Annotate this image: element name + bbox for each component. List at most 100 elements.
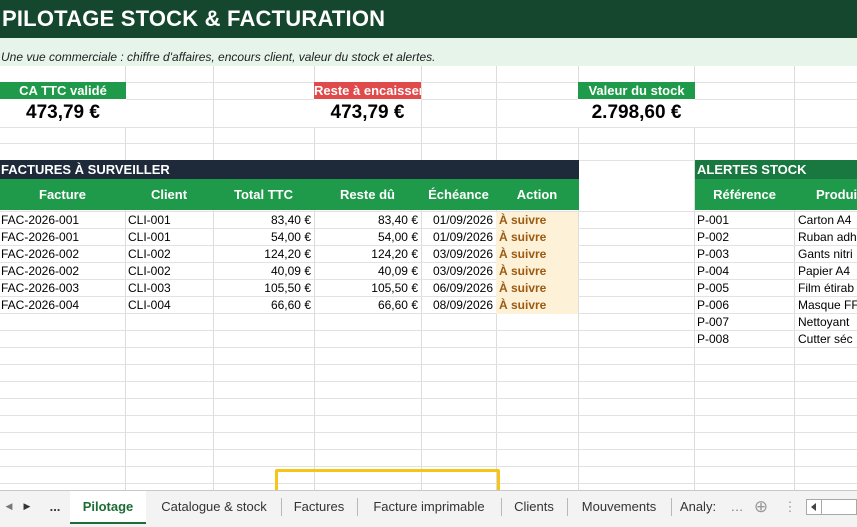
- cell-action[interactable]: À suivre: [496, 280, 578, 297]
- kpi-ca-value: 473,79 €: [0, 99, 126, 127]
- col-header-echeance[interactable]: Échéance: [421, 179, 496, 210]
- more-sheets-button[interactable]: ...: [44, 491, 66, 522]
- cell-reference[interactable]: P-005: [695, 280, 794, 297]
- more-tabs-ellipsis[interactable]: …: [730, 491, 744, 522]
- cell-produit[interactable]: Ruban adh: [794, 229, 857, 246]
- cell-client[interactable]: CLI-004: [125, 297, 213, 314]
- table-row: FAC-2026-001 CLI-001 83,40 €83,40 €01/09/2…: [0, 212, 579, 229]
- cell-facture[interactable]: FAC-2026-002: [0, 263, 125, 280]
- table-row: P-007 Nettoyant: [695, 314, 857, 331]
- cell-reference[interactable]: P-003: [695, 246, 794, 263]
- cell-reste[interactable]: 54,00 €: [314, 229, 421, 246]
- cell-total[interactable]: 105,50 €: [213, 280, 314, 297]
- table-row: P-008 Cutter séc: [695, 331, 857, 348]
- cell-reste[interactable]: 66,60 €: [314, 297, 421, 314]
- tab-analyse[interactable]: Analy:: [672, 491, 724, 522]
- cell-echeance[interactable]: 01/09/2026: [421, 212, 496, 229]
- table-row: FAC-2026-001 CLI-001 54,00 €54,00 €01/09/2…: [0, 229, 579, 246]
- tab-pilotage[interactable]: Pilotage: [70, 491, 146, 524]
- cell-total[interactable]: 124,20 €: [213, 246, 314, 263]
- kpi-stock-value: 2.798,60 €: [578, 99, 695, 127]
- sheet-title: PILOTAGE STOCK & FACTURATION: [0, 0, 857, 38]
- cell-echeance[interactable]: 01/09/2026: [421, 229, 496, 246]
- cell-reference[interactable]: P-007: [695, 314, 794, 331]
- cell-total[interactable]: 54,00 €: [213, 229, 314, 246]
- cell-action[interactable]: À suivre: [496, 263, 578, 280]
- table-row: P-003 Gants nitri: [695, 246, 857, 263]
- alertes-section-title: ALERTES STOCK: [695, 160, 857, 179]
- cell-reference[interactable]: P-008: [695, 331, 794, 348]
- table-row: FAC-2026-002 CLI-002 124,20 €124,20 €03/09…: [0, 246, 579, 263]
- col-header-reste[interactable]: Reste dû: [314, 179, 421, 210]
- next-sheet-icon[interactable]: ▶: [22, 491, 32, 522]
- cell-facture[interactable]: FAC-2026-004: [0, 297, 125, 314]
- tab-clients[interactable]: Clients: [502, 491, 566, 522]
- cell-produit[interactable]: Film étirab: [794, 280, 857, 297]
- kpi-reste-label: Reste à encaisser: [314, 82, 421, 99]
- sheet-tab-bar: ◀ ▶ ... Pilotage Catalogue & stock Factu…: [0, 490, 857, 527]
- prev-sheet-icon[interactable]: ◀: [4, 491, 14, 522]
- cell-reste[interactable]: 83,40 €: [314, 212, 421, 229]
- table-row: FAC-2026-004 CLI-004 66,60 €66,60 €08/09/2…: [0, 297, 579, 314]
- tab-facture-imprimable[interactable]: Facture imprimable: [358, 491, 500, 522]
- sheet-subtitle: Une vue commerciale : chiffre d'affaires…: [0, 38, 857, 66]
- cell-echeance[interactable]: 03/09/2026: [421, 263, 496, 280]
- tab-mouvements[interactable]: Mouvements: [568, 491, 670, 522]
- cell-action[interactable]: À suivre: [496, 229, 578, 246]
- tab-catalogue-stock[interactable]: Catalogue & stock: [148, 491, 280, 522]
- cell-facture[interactable]: FAC-2026-003: [0, 280, 125, 297]
- cell-reference[interactable]: P-006: [695, 297, 794, 314]
- cell-reference[interactable]: P-004: [695, 263, 794, 280]
- factures-section-title: FACTURES À SURVEILLER: [0, 160, 579, 179]
- cell-client[interactable]: CLI-001: [125, 212, 213, 229]
- cell-produit[interactable]: Carton A4: [794, 212, 857, 229]
- table-row: P-006 Masque FF: [695, 297, 857, 314]
- cell-reste[interactable]: 40,09 €: [314, 263, 421, 280]
- cell-action[interactable]: À suivre: [496, 212, 578, 229]
- cell-client[interactable]: CLI-002: [125, 246, 213, 263]
- kpi-stock-label: Valeur du stock: [578, 82, 695, 99]
- cell-total[interactable]: 40,09 €: [213, 263, 314, 280]
- add-sheet-icon[interactable]: ⊕: [750, 491, 772, 522]
- cell-echeance[interactable]: 06/09/2026: [421, 280, 496, 297]
- table-row: P-004 Papier A4: [695, 263, 857, 280]
- cell-client[interactable]: CLI-001: [125, 229, 213, 246]
- cell-total[interactable]: 66,60 €: [213, 297, 314, 314]
- col-header-reference[interactable]: Référence: [695, 179, 794, 210]
- cell-produit[interactable]: Papier A4: [794, 263, 857, 280]
- cell-produit[interactable]: Masque FF: [794, 297, 857, 314]
- cell-action[interactable]: À suivre: [496, 297, 578, 314]
- tab-factures[interactable]: Factures: [282, 491, 356, 522]
- horizontal-scrollbar[interactable]: [806, 499, 857, 515]
- col-header-produit[interactable]: Produi: [794, 179, 857, 210]
- table-row: FAC-2026-002 CLI-002 40,09 €40,09 €03/09/2…: [0, 263, 579, 280]
- cell-reference[interactable]: P-002: [695, 229, 794, 246]
- col-header-action[interactable]: Action: [496, 179, 578, 210]
- cell-reste[interactable]: 124,20 €: [314, 246, 421, 263]
- table-row: P-005 Film étirab: [695, 280, 857, 297]
- cell-action[interactable]: À suivre: [496, 246, 578, 263]
- col-header-client[interactable]: Client: [125, 179, 213, 210]
- col-header-facture[interactable]: Facture: [0, 179, 125, 210]
- cell-reference[interactable]: P-001: [695, 212, 794, 229]
- cell-reste[interactable]: 105,50 €: [314, 280, 421, 297]
- cell-echeance[interactable]: 03/09/2026: [421, 246, 496, 263]
- col-header-total[interactable]: Total TTC: [213, 179, 314, 210]
- menu-dots-icon[interactable]: ⋮: [782, 491, 798, 522]
- cell-echeance[interactable]: 08/09/2026: [421, 297, 496, 314]
- cell-produit[interactable]: Cutter séc: [794, 331, 857, 348]
- table-row: P-002 Ruban adh: [695, 229, 857, 246]
- cell-facture[interactable]: FAC-2026-001: [0, 229, 125, 246]
- kpi-reste-value: 473,79 €: [314, 99, 421, 127]
- alertes-header-row: Référence Produi: [695, 179, 857, 210]
- cell-produit[interactable]: Nettoyant: [794, 314, 857, 331]
- cell-total[interactable]: 83,40 €: [213, 212, 314, 229]
- factures-header-row: Facture Client Total TTC Reste dû Échéan…: [0, 179, 579, 210]
- cell-produit[interactable]: Gants nitri: [794, 246, 857, 263]
- cell-facture[interactable]: FAC-2026-002: [0, 246, 125, 263]
- cell-client[interactable]: CLI-002: [125, 263, 213, 280]
- cell-client[interactable]: CLI-003: [125, 280, 213, 297]
- table-row: FAC-2026-003 CLI-003 105,50 €105,50 €06/09…: [0, 280, 579, 297]
- scroll-left-icon[interactable]: [811, 503, 816, 511]
- cell-facture[interactable]: FAC-2026-001: [0, 212, 125, 229]
